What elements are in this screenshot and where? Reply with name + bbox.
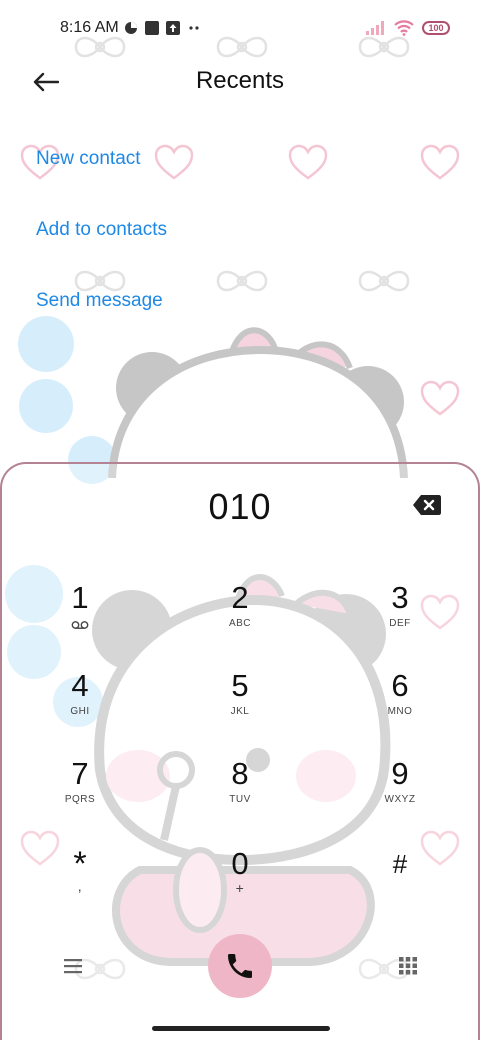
- send-message-button[interactable]: Send message: [36, 290, 163, 312]
- key-letters: TUV: [229, 794, 251, 805]
- key-4[interactable]: 4 GHI: [30, 668, 130, 748]
- key-6[interactable]: 6 MNO: [350, 668, 450, 748]
- key-8[interactable]: 8 TUV: [190, 756, 290, 836]
- key-digit: 4: [71, 668, 89, 703]
- key-9[interactable]: 9 WXYZ: [350, 756, 450, 836]
- backspace-icon: [413, 495, 441, 515]
- new-contact-button[interactable]: New contact: [36, 148, 141, 170]
- key-letters: MNO: [387, 706, 413, 717]
- key-digit: 0: [231, 846, 249, 881]
- status-bar: 8:16 AM 100: [60, 14, 450, 42]
- key-digit: 8: [231, 756, 249, 791]
- key-letters: PQRS: [64, 794, 96, 805]
- home-indicator[interactable]: [152, 1026, 330, 1031]
- key-digit: 9: [391, 756, 409, 791]
- voicemail-icon: [71, 621, 89, 629]
- signal-icon: [366, 21, 384, 35]
- key-letters: ABC: [228, 618, 252, 629]
- key-digit: 6: [391, 668, 409, 703]
- key-digit: 5: [231, 668, 249, 703]
- key-letters: ,: [77, 878, 83, 894]
- battery-indicator: 100: [422, 21, 450, 35]
- menu-button[interactable]: [62, 956, 84, 976]
- heart-decoration: [288, 144, 328, 180]
- bow-decoration: [358, 270, 410, 292]
- bubble-decoration: [19, 379, 73, 433]
- app-header: Recents: [0, 62, 480, 102]
- bow-decoration: [216, 270, 268, 292]
- heart-decoration: [420, 144, 460, 180]
- key-digit: 2: [231, 580, 249, 615]
- keypad-icon: [399, 957, 417, 975]
- add-to-contacts-button[interactable]: Add to contacts: [36, 219, 167, 241]
- status-time: 8:16 AM: [60, 19, 119, 36]
- key-3[interactable]: 3 DEF: [350, 580, 450, 660]
- status-notification-icons: [124, 21, 201, 35]
- page-title: Recents: [195, 67, 285, 94]
- key-letters: JKL: [230, 706, 250, 717]
- key-letters: +: [235, 880, 245, 896]
- key-pound[interactable]: #: [350, 846, 450, 926]
- key-0[interactable]: 0 +: [190, 846, 290, 926]
- heart-decoration: [420, 380, 460, 416]
- bubble-decoration: [18, 316, 74, 372]
- key-digit: 1: [71, 580, 89, 615]
- notification-square-icon: [144, 21, 159, 35]
- key-letters: DEF: [389, 618, 411, 629]
- backspace-button[interactable]: [412, 494, 442, 516]
- status-system-icons: 100: [366, 20, 450, 36]
- key-digit: 7: [71, 756, 89, 791]
- key-star[interactable]: * ,: [30, 846, 130, 926]
- phone-icon: [228, 954, 252, 978]
- dialed-number: 010: [208, 486, 272, 527]
- key-letters: GHI: [70, 706, 90, 717]
- more-notifications-icon: [189, 26, 199, 30]
- key-digit: *: [73, 845, 87, 883]
- call-button[interactable]: [208, 934, 272, 998]
- keypad-toggle-button[interactable]: [398, 956, 418, 978]
- key-1[interactable]: 1: [30, 580, 130, 660]
- key-7[interactable]: 7 PQRS: [30, 756, 130, 836]
- key-digit: #: [392, 849, 408, 879]
- upload-icon: [165, 21, 180, 35]
- key-2[interactable]: 2 ABC: [190, 580, 290, 660]
- data-saver-icon: [124, 22, 137, 34]
- wifi-icon: [394, 20, 414, 36]
- heart-decoration: [154, 144, 194, 180]
- bear-illustration-top: [108, 327, 408, 478]
- key-5[interactable]: 5 JKL: [190, 668, 290, 748]
- key-digit: 3: [391, 580, 409, 615]
- dialer-bottom-bar: [0, 934, 480, 998]
- menu-icon: [64, 959, 82, 974]
- key-letters: WXYZ: [384, 794, 416, 805]
